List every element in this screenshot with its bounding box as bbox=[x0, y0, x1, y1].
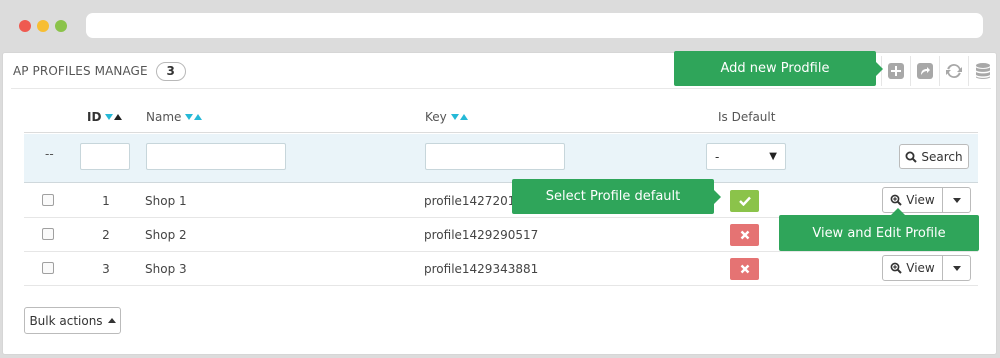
table-row: 3 Shop 3 profile1429343881 View bbox=[24, 252, 978, 286]
sql-manager-button[interactable] bbox=[968, 56, 997, 86]
caret-down-icon bbox=[952, 197, 961, 203]
zoom-in-icon bbox=[890, 262, 902, 274]
is-default-filter-select[interactable]: - ▼ bbox=[706, 143, 786, 170]
bulk-actions-button[interactable]: Bulk actions bbox=[24, 307, 121, 334]
zoom-in-icon bbox=[890, 194, 902, 206]
name-filter-input[interactable] bbox=[146, 143, 286, 170]
heading-divider bbox=[11, 88, 991, 89]
sort-asc-icon[interactable] bbox=[114, 114, 123, 120]
column-header-name: Name bbox=[146, 110, 203, 124]
default-status-toggle[interactable] bbox=[730, 224, 759, 246]
browser-window: AP PROFILES MANAGE 3 ID Name Key Is Defa… bbox=[0, 0, 1000, 358]
key-header-label: Key bbox=[425, 110, 447, 124]
filter-row: -- - ▼ Search bbox=[24, 134, 978, 183]
row-key: profile1429343881 bbox=[424, 262, 539, 276]
close-window-button[interactable] bbox=[19, 20, 31, 32]
row-actions: View bbox=[882, 255, 971, 281]
is-default-filter-value: - bbox=[715, 149, 720, 164]
id-filter-input[interactable] bbox=[80, 143, 130, 170]
address-bar[interactable] bbox=[86, 13, 983, 38]
select-default-tooltip: Select Profile default bbox=[512, 179, 721, 214]
minimize-window-button[interactable] bbox=[37, 20, 49, 32]
row-key: profile14272015 bbox=[424, 194, 523, 208]
row-id: 1 bbox=[102, 194, 110, 208]
column-header-is-default: Is Default bbox=[718, 110, 775, 124]
sort-desc-icon[interactable] bbox=[185, 114, 194, 120]
view-button[interactable]: View bbox=[883, 256, 943, 280]
export-button[interactable] bbox=[910, 56, 939, 86]
share-icon bbox=[917, 63, 933, 79]
panel-toolbar bbox=[881, 56, 997, 86]
view-edit-tooltip: View and Edit Profile bbox=[779, 208, 979, 251]
is-default-header-label: Is Default bbox=[718, 110, 776, 124]
sort-desc-icon[interactable] bbox=[105, 114, 114, 120]
search-button-label: Search bbox=[921, 149, 963, 164]
row-checkbox[interactable] bbox=[42, 228, 54, 240]
profile-count-badge: 3 bbox=[155, 61, 186, 81]
actions-dropdown-toggle[interactable] bbox=[943, 256, 970, 280]
plus-square-icon bbox=[888, 63, 904, 79]
row-name: Shop 3 bbox=[145, 262, 187, 276]
refresh-button[interactable] bbox=[939, 56, 968, 86]
close-icon bbox=[740, 264, 749, 274]
bulk-actions-label: Bulk actions bbox=[29, 313, 103, 328]
id-header-label: ID bbox=[87, 110, 102, 124]
sort-asc-icon[interactable] bbox=[194, 114, 203, 120]
row-checkbox[interactable] bbox=[42, 194, 54, 206]
check-icon bbox=[738, 196, 751, 206]
search-icon bbox=[905, 151, 918, 163]
add-new-tooltip: Add new Prodfile bbox=[674, 51, 883, 86]
bulk-select-placeholder: -- bbox=[45, 147, 54, 161]
window-titlebar bbox=[0, 0, 1000, 52]
add-new-button[interactable] bbox=[881, 56, 910, 86]
row-name: Shop 1 bbox=[145, 194, 187, 208]
name-sort-controls bbox=[185, 114, 203, 120]
row-key: profile1429290517 bbox=[424, 228, 539, 242]
row-id: 2 bbox=[102, 228, 110, 242]
default-status-toggle[interactable] bbox=[730, 190, 759, 212]
database-icon bbox=[976, 63, 990, 79]
id-sort-controls bbox=[105, 114, 123, 120]
name-header-label: Name bbox=[146, 110, 182, 124]
row-checkbox[interactable] bbox=[42, 262, 54, 274]
actions-dropdown-toggle[interactable] bbox=[943, 188, 970, 212]
chevron-down-icon: ▼ bbox=[769, 151, 777, 162]
key-sort-controls bbox=[450, 114, 468, 120]
caret-up-icon bbox=[107, 318, 116, 323]
refresh-icon bbox=[946, 63, 962, 79]
table-row: 1 Shop 1 profile14272015 View bbox=[24, 184, 978, 218]
maximize-window-button[interactable] bbox=[55, 20, 67, 32]
default-status-toggle[interactable] bbox=[730, 258, 759, 280]
column-header-id: ID bbox=[87, 110, 123, 124]
column-header-key: Key bbox=[425, 110, 468, 124]
view-button-label: View bbox=[906, 193, 935, 207]
row-name: Shop 2 bbox=[145, 228, 187, 242]
sort-desc-icon[interactable] bbox=[450, 114, 459, 120]
panel-heading: AP PROFILES MANAGE 3 bbox=[13, 61, 186, 81]
key-filter-input[interactable] bbox=[425, 143, 565, 170]
view-button-label: View bbox=[906, 261, 935, 275]
row-id: 3 bbox=[102, 262, 110, 276]
profiles-panel: AP PROFILES MANAGE 3 ID Name Key Is Defa… bbox=[2, 52, 997, 355]
table-header: ID Name Key Is Default bbox=[24, 101, 978, 133]
panel-title: AP PROFILES MANAGE bbox=[13, 64, 148, 78]
caret-down-icon bbox=[952, 265, 961, 271]
close-icon bbox=[740, 230, 749, 240]
sort-asc-icon[interactable] bbox=[459, 114, 468, 120]
search-button[interactable]: Search bbox=[899, 144, 969, 169]
